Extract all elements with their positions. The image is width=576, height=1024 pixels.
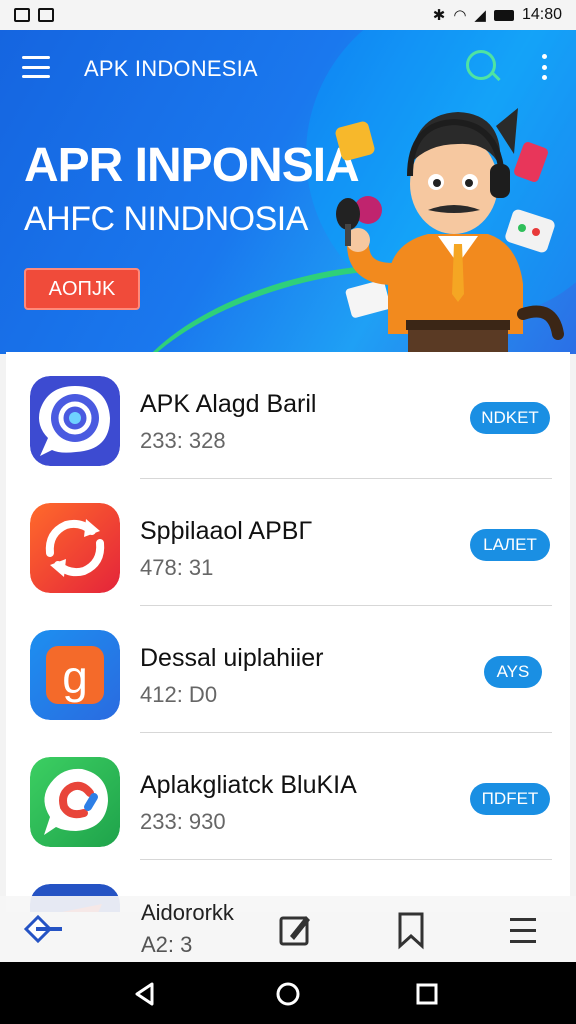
banner-cta-button[interactable]: AOΠJK (24, 268, 140, 310)
list-item[interactable]: g Dessal uiplahiier 412: D0 AYS (6, 606, 570, 733)
bottom-navigation: Aidororkk A2: 3 (0, 896, 576, 962)
chat-app-icon (30, 376, 120, 466)
menu-icon[interactable] (22, 56, 50, 78)
nav-partial-meta: A2: 3 (141, 932, 193, 957)
hero-banner[interactable]: APK INDONESIA APR INPONSIA AHFC NINDNOSI… (0, 30, 576, 354)
app-meta: 478: 31 (140, 555, 214, 580)
battery-icon (493, 9, 514, 21)
app-name: Spþilaaol APBГ (140, 517, 312, 545)
photo-notification-icon (38, 8, 54, 22)
messenger-app-icon (30, 757, 120, 847)
cast-icon[interactable] (22, 912, 66, 946)
wifi-icon: ◠ (453, 6, 467, 24)
edit-icon[interactable] (278, 910, 312, 950)
app-name: Aplakgliatck BluKIA (140, 771, 357, 799)
app-meta: 412: D0 (140, 682, 218, 707)
app-title: APK INDONESIA (84, 56, 258, 81)
banner-subtitle: AHFC NINDNOSIA (24, 200, 308, 238)
home-icon[interactable] (275, 981, 301, 1007)
list-item[interactable]: APK Alagd Baril 233: 328 NDKET (6, 352, 570, 479)
list-icon[interactable] (508, 910, 538, 950)
app-action-button[interactable]: LAЛET (470, 529, 550, 561)
refresh-app-icon (30, 503, 120, 593)
banner-title: APR INPONSIA (24, 139, 360, 192)
gallery-notification-icon (14, 8, 30, 22)
bluetooth-icon: ✱ (432, 6, 446, 24)
app-action-button[interactable]: AYS (484, 656, 542, 688)
app-action-button[interactable]: NDKET (470, 402, 550, 434)
system-navigation-bar (0, 962, 576, 1024)
status-bar: ✱ ◠ ◢ 14:80 (0, 0, 576, 30)
app-name: Dessal uiplahiier (140, 644, 324, 672)
app-meta: 233: 930 (140, 809, 226, 834)
list-item[interactable]: Spþilaaol APBГ 478: 31 LAЛET (6, 479, 570, 606)
bookmark-icon[interactable] (396, 910, 426, 950)
svg-text:g: g (62, 651, 88, 703)
mascot-illustration (335, 108, 564, 354)
app-name: APK Alagd Baril (140, 390, 317, 418)
recents-icon[interactable] (414, 981, 440, 1007)
app-meta: 233: 328 (140, 428, 226, 453)
back-icon[interactable] (132, 981, 158, 1007)
g-app-icon: g (30, 630, 120, 720)
app-action-button[interactable]: ΠDFET (470, 783, 550, 815)
signal-icon: ◢ (474, 6, 486, 24)
app-list: APK Alagd Baril 233: 328 NDKET Spþilaaol… (6, 352, 570, 912)
list-item[interactable]: Aplakgliatck BluKIA 233: 930 ΠDFET (6, 733, 570, 860)
status-time: 14:80 (521, 6, 562, 23)
nav-partial-label: Aidororkk (141, 900, 234, 925)
